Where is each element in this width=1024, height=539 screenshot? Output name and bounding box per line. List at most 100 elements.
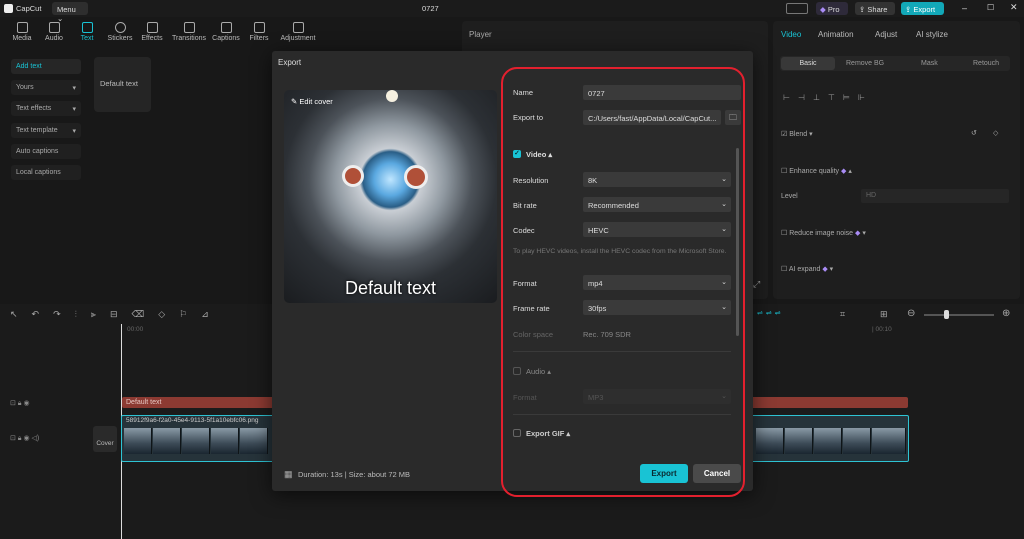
tool-audio[interactable]: Audio — [37, 20, 71, 46]
zoom-slider[interactable] — [924, 310, 994, 319]
tab-video[interactable]: Video — [781, 30, 801, 39]
tab-adjust[interactable]: Adjust — [875, 30, 897, 39]
share-button[interactable]: ⇪ Share — [855, 2, 895, 15]
preview-axis-icon[interactable]: ⌗ — [840, 309, 870, 321]
text-preset-card[interactable]: Default text — [94, 57, 151, 112]
chevron-down-icon: ⌄ — [721, 279, 727, 286]
pencil-icon: ✎ — [291, 97, 298, 106]
nav-add-text[interactable]: Add text — [11, 59, 81, 74]
reset-icon[interactable]: ↺ — [971, 129, 977, 137]
tab-ai-stylize[interactable]: AI stylize — [916, 30, 948, 39]
bitrate-select[interactable]: Recommended ⌄ — [583, 197, 731, 212]
capcut-logo-icon — [4, 4, 13, 13]
audio-format-select[interactable]: MP3 ⌄ — [583, 389, 731, 404]
fullscreen-icon[interactable]: ⤢ — [753, 279, 760, 290]
cover-preview[interactable]: ✎ Edit cover Default text — [284, 90, 497, 303]
audio-checkbox[interactable] — [513, 367, 521, 375]
enhance-quality-row[interactable]: ☐ Enhance quality ◆ ▴ — [781, 167, 852, 175]
tool-text[interactable]: Text — [70, 20, 104, 46]
level-label: Level — [781, 193, 798, 200]
tool-media[interactable]: Media — [5, 20, 39, 46]
video-clip-name: 58912f9a6-f2a0-45e4-9113-5f1a10ebfc06.pn… — [126, 417, 259, 424]
framerate-select[interactable]: 30fps ⌄ — [583, 300, 731, 315]
codec-select[interactable]: HEVC ⌄ — [583, 222, 731, 237]
zoom-slider-handle[interactable] — [944, 310, 949, 319]
timeline-edit-tools[interactable]: ↖↶↷⫶⫸⊟⌫◇⚐⊿ — [10, 309, 270, 321]
layout-icon[interactable] — [786, 3, 808, 14]
video-checkbox[interactable]: ✓ — [513, 150, 521, 158]
share-icon: ⇪ — [859, 5, 866, 14]
format-label: Format — [513, 279, 537, 288]
menu-label: Menu — [57, 5, 76, 14]
diamond-icon: ◆ — [820, 5, 826, 14]
nav-text-effects[interactable]: Text effects ▾ — [11, 101, 81, 116]
subtab-retouch[interactable]: Retouch — [973, 60, 999, 67]
nav-yours[interactable]: Yours ▾ — [11, 80, 81, 95]
nav-local-captions[interactable]: Local captions — [11, 165, 81, 180]
link-tools[interactable]: ⇌⇌⇌ — [757, 309, 797, 321]
export-path-input[interactable]: C:/Users/fast/AppData/Local/CapCut... — [583, 110, 721, 125]
menu-button[interactable]: Menu ⌄ — [52, 2, 88, 23]
app-logo-text: CapCut — [16, 4, 42, 13]
cancel-button[interactable]: Cancel — [693, 464, 741, 483]
video-track-controls[interactable]: ⊡ 🔒︎ ◉ ◁) — [10, 434, 39, 443]
tool-captions[interactable]: Captions — [209, 20, 243, 46]
effects-icon — [146, 22, 158, 33]
pro-button[interactable]: ◆ Pro — [816, 2, 848, 15]
gif-checkbox[interactable] — [513, 429, 521, 437]
keyframe-icon[interactable]: ◇ — [993, 129, 998, 137]
codec-note: To play HEVC videos, install the HEVC co… — [513, 248, 727, 255]
ai-expand-row[interactable]: ☐ AI expand ◆ ▾ — [781, 265, 833, 273]
level-select[interactable]: HD — [861, 189, 1009, 203]
chevron-down-icon: ⌄ — [721, 304, 727, 311]
zoom-out-icon[interactable]: ⊖ — [907, 308, 915, 319]
chevron-down-icon: ⌄ — [721, 226, 727, 233]
edit-cover-button[interactable]: ✎ Edit cover — [291, 97, 333, 106]
folder-icon[interactable]: 🗀︎ — [725, 110, 741, 125]
export-top-label: Export — [913, 5, 936, 14]
tool-transitions[interactable]: Transitions — [172, 20, 206, 46]
export-top-button[interactable]: ⇪ Export — [901, 2, 944, 15]
media-icon — [16, 22, 28, 33]
subtab-mask[interactable]: Mask — [921, 60, 938, 67]
text-icon — [81, 22, 93, 33]
name-input[interactable]: 0727 — [583, 85, 741, 100]
subtab-basic[interactable]: Basic — [781, 57, 835, 70]
transitions-icon — [183, 22, 195, 33]
framerate-label: Frame rate — [513, 304, 550, 313]
cover-button[interactable]: Cover — [93, 426, 117, 452]
format-select[interactable]: mp4 ⌄ — [583, 275, 731, 290]
resolution-label: Resolution — [513, 176, 549, 185]
tool-adjustment[interactable]: Adjustment — [278, 20, 318, 46]
resolution-select[interactable]: 8K ⌄ — [583, 172, 731, 187]
timeline-zoom-fit-icon[interactable]: ⊞ — [880, 309, 900, 321]
tab-animation[interactable]: Animation — [818, 30, 854, 39]
video-section-title[interactable]: Video ▴ — [526, 150, 552, 159]
export-icon: ⇪ — [905, 5, 912, 14]
audio-section-title[interactable]: Audio ▴ — [526, 367, 551, 376]
audio-format-label: Format — [513, 393, 537, 402]
gif-section-title[interactable]: Export GIF ▴ — [526, 429, 570, 438]
timeline-start-time: 00:00 — [127, 326, 144, 333]
close-icon[interactable]: ✕ — [1010, 2, 1018, 13]
export-dialog-title: Export — [278, 58, 302, 67]
export-button[interactable]: Export — [640, 464, 688, 483]
blend-row[interactable]: ☑ Blend ▾ — [781, 130, 813, 138]
tool-effects[interactable]: Effects — [135, 20, 169, 46]
preview-overlay-text: Default text — [344, 278, 437, 298]
colorspace-value: Rec. 709 SDR — [583, 330, 631, 339]
subtab-remove-bg[interactable]: Remove BG — [846, 60, 884, 67]
settings-scrollbar[interactable] — [736, 148, 739, 336]
minimize-icon[interactable]: – — [962, 3, 967, 13]
reduce-noise-row[interactable]: ☐ Reduce image noise ◆ ▾ — [781, 229, 866, 237]
timeline-end-time: | 00:10 — [872, 326, 892, 333]
tool-stickers[interactable]: Stickers — [103, 20, 137, 46]
text-track-controls[interactable]: ⊡ 🔒︎ ◉ — [10, 399, 30, 408]
player-title: Player — [469, 30, 492, 39]
zoom-in-icon[interactable]: ⊕ — [1002, 308, 1010, 319]
nav-text-template[interactable]: Text template ▾ — [11, 123, 81, 138]
tool-filters[interactable]: Filters — [242, 20, 276, 46]
align-tools[interactable]: ⊢⊣⊥⊤⊨⊩ — [783, 93, 913, 103]
maximize-icon[interactable]: ☐ — [987, 3, 994, 12]
nav-auto-captions[interactable]: Auto captions — [11, 144, 81, 159]
